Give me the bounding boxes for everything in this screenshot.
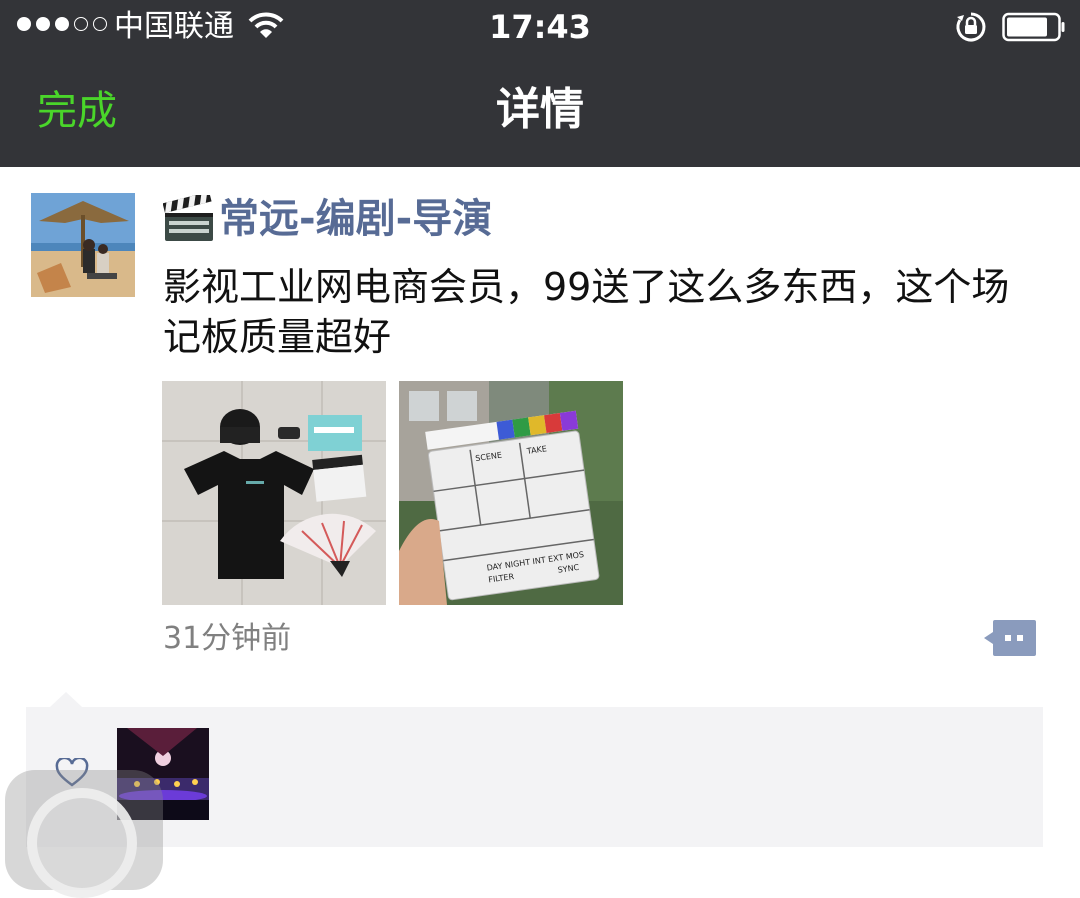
poster-name[interactable]: 常远-编剧-导演 bbox=[163, 193, 492, 245]
top-bar: 中国联通 17:43 完成 详情 bbox=[0, 0, 1080, 167]
battery-icon bbox=[1002, 12, 1065, 42]
clapperboard-emoji-icon bbox=[163, 195, 213, 241]
assistive-touch-button[interactable] bbox=[5, 770, 163, 898]
likes-arrow bbox=[50, 692, 82, 707]
orientation-lock-icon bbox=[956, 12, 986, 42]
poster-avatar[interactable] bbox=[31, 193, 135, 297]
comment-dots-icon[interactable] bbox=[984, 620, 1036, 656]
page-title: 详情 bbox=[496, 84, 584, 135]
tshirt-cap-fan-items-photo[interactable] bbox=[162, 381, 386, 605]
clapperboard-photo[interactable]: SCENE TAKE DAY NIGHT INT EXT MOS FILTER … bbox=[399, 381, 623, 605]
post-text: 影视工业网电商会员，99送了这么多东西，这个场记板质量超好 bbox=[163, 265, 1010, 359]
status-bar: 中国联通 17:43 bbox=[0, 0, 1080, 56]
post-time: 31分钟前 bbox=[163, 621, 292, 656]
poster-name-label: 常远-编剧-导演 bbox=[219, 196, 493, 242]
assistive-touch-ring bbox=[27, 788, 137, 898]
status-time: 17:43 bbox=[489, 8, 591, 46]
